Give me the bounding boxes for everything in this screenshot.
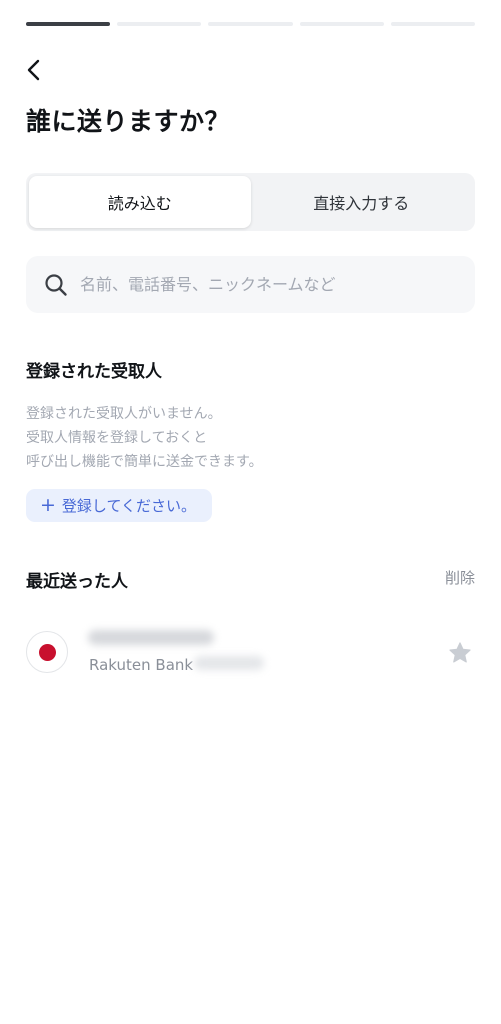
empty-message-line: 受取人情報を登録しておくと (26, 430, 208, 446)
search-icon (45, 273, 67, 296)
search-box[interactable] (26, 256, 475, 313)
chevron-left-icon (27, 59, 40, 81)
page-title: 誰に送りますか？ (26, 107, 231, 136)
recent-recipient-item[interactable]: Rakuten Bank (26, 625, 475, 683)
search-input[interactable] (78, 274, 442, 295)
progress-step-1 (26, 22, 111, 26)
recipient-account-redacted (194, 656, 264, 670)
recipient-bank: Rakuten Bank (89, 656, 194, 674)
progress-step-3 (208, 22, 293, 26)
tab-direct-input[interactable]: 直接入力する (251, 176, 473, 228)
progress-step-2 (117, 22, 202, 26)
tab-load[interactable]: 読み込む (29, 176, 251, 228)
registered-empty-message: 登録された受取人がいません。 受取人情報を登録しておくと 呼び出し機能で簡単に送… (26, 402, 263, 474)
progress-indicator (26, 22, 476, 26)
recent-recipients-title: 最近送った人 (26, 572, 128, 592)
star-icon[interactable] (447, 640, 473, 666)
input-mode-tabs: 読み込む 直接入力する (26, 173, 475, 231)
back-button[interactable] (22, 56, 50, 84)
progress-step-5 (390, 22, 476, 26)
registered-recipients-title: 登録された受取人 (26, 362, 162, 382)
plus-icon: + (40, 494, 56, 516)
progress-step-4 (299, 22, 384, 26)
delete-button[interactable]: 削除 (445, 567, 475, 588)
register-button-label: 登録してください。 (61, 497, 197, 515)
recipient-name-redacted (88, 630, 214, 645)
empty-message-line: 登録された受取人がいません。 (26, 406, 222, 422)
japan-flag-icon (26, 631, 68, 673)
empty-message-line: 呼び出し機能で簡単に送金できます。 (26, 454, 263, 470)
register-recipient-button[interactable]: + 登録してください。 (26, 489, 213, 522)
